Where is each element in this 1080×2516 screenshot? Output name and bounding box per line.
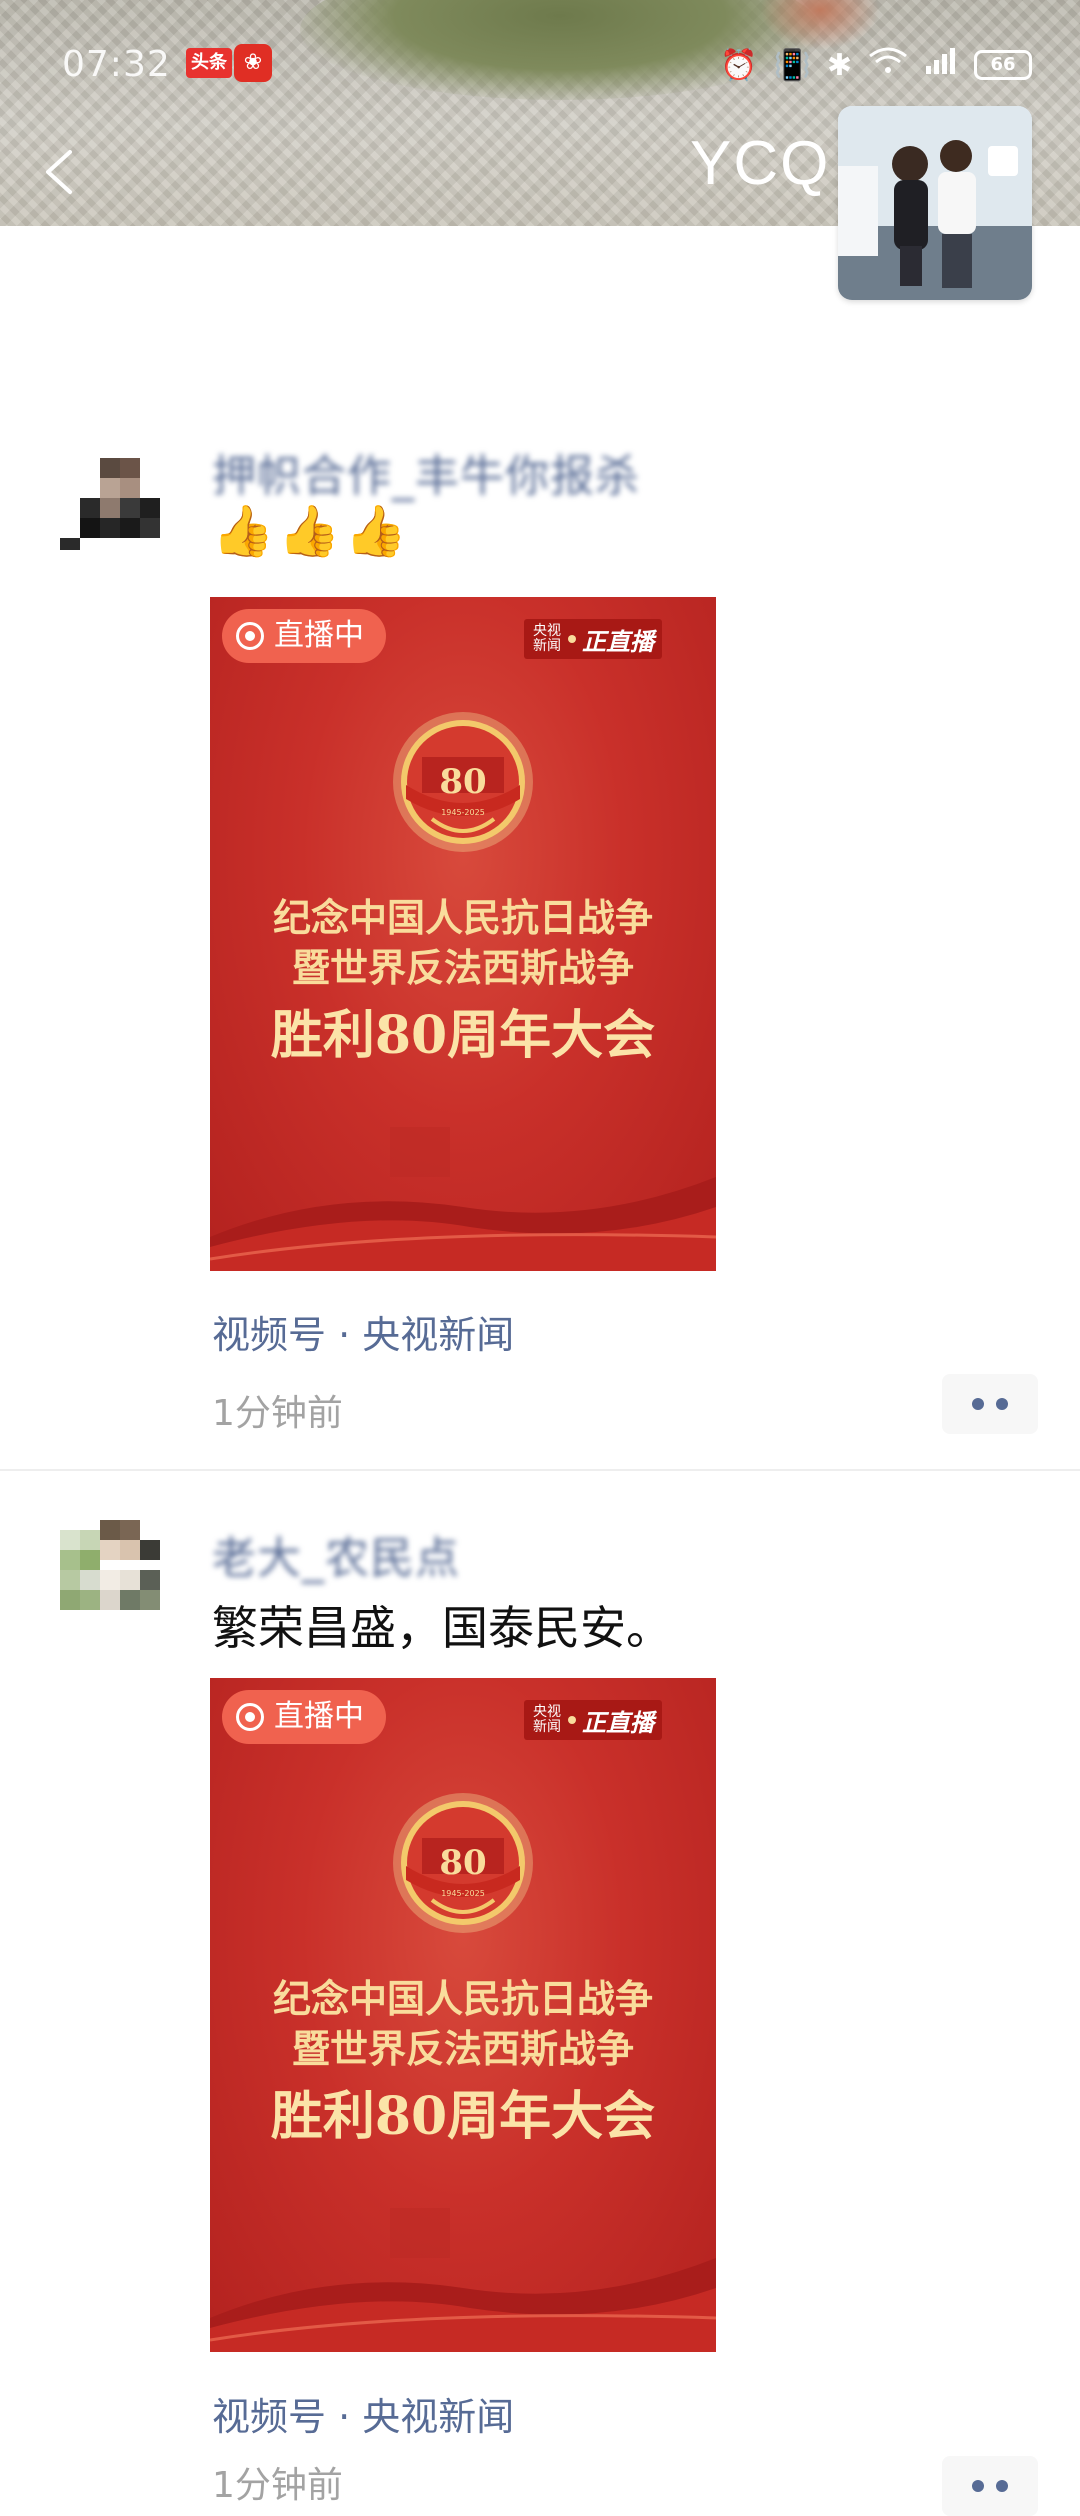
channel-small-label: 央视新闻 [533, 1704, 561, 1735]
poster-title-line: 暨世界反法西斯战争 [291, 945, 634, 990]
signal-icon [924, 46, 958, 84]
svg-text:1945-2025: 1945-2025 [441, 808, 485, 817]
channels-video-card[interactable]: 直播中 央视新闻 正直播 80 1945-2025 纪念中国人民抗日战争 暨世界… [210, 1678, 716, 2352]
svg-text:80: 80 [439, 762, 486, 802]
status-icons: ⏰ 📳 ✱ 66 [720, 46, 1032, 84]
logo-dot [568, 635, 576, 643]
live-badge: 直播中 [222, 1690, 386, 1744]
wifi-icon [868, 46, 908, 84]
comment-like-menu-button[interactable] [942, 2456, 1038, 2516]
post-divider [0, 1469, 1080, 1471]
channel-big-label: 正直播 [582, 1708, 654, 1737]
poster-title-line: 纪念中国人民抗日战争 [272, 1976, 653, 2021]
great-wall-illustration [210, 2208, 716, 2352]
channels-source-link[interactable]: 视频号 · 央视新闻 [212, 1304, 514, 1359]
back-arrow-icon[interactable] [40, 148, 80, 196]
friend-nickname[interactable]: 押帜合作_丰牛你报杀 [212, 440, 640, 504]
anniversary-emblem-icon: 80 1945-2025 [393, 712, 533, 852]
profile-owner-name[interactable]: YCQ [690, 128, 830, 199]
channel-big-label: 正直播 [582, 627, 654, 656]
post-time: 1分钟前 [212, 2465, 343, 2506]
poster-title-line: 暨世界反法西斯战争 [291, 2026, 634, 2071]
friend-nickname[interactable]: 老大_农民点 [212, 1522, 460, 1586]
channels-video-card[interactable]: 直播中 央视新闻 正直播 80 1945-2025 纪念中国人民抗日战争 暨世界… [210, 597, 716, 1271]
friend-avatar[interactable] [60, 440, 178, 558]
alarm-icon: ⏰ [720, 47, 758, 83]
channel-small-label: 央视新闻 [533, 623, 561, 654]
friend-avatar[interactable] [60, 1510, 178, 1628]
post-content: 繁荣昌盛，国泰民安。 [212, 1601, 672, 1655]
profile-avatar[interactable] [838, 106, 1032, 300]
anniversary-emblem-icon: 80 1945-2025 [393, 1793, 533, 1933]
great-wall-illustration [210, 1127, 716, 1271]
live-icon [236, 622, 264, 650]
status-bar: 07:32 头条 ❀ ⏰ 📳 ✱ 66 [0, 40, 1080, 90]
logo-dot [568, 1716, 576, 1724]
battery-icon: 66 [974, 50, 1032, 80]
vibrate-icon: 📳 [773, 47, 811, 83]
live-icon [236, 1703, 264, 1731]
post-content: 👍👍👍 [212, 502, 411, 560]
cctv-news-logo: 央视新闻 正直播 [524, 1700, 662, 1740]
post-time: 1分钟前 [212, 1393, 343, 1434]
pinduoduo-notification-icon: ❀ [234, 44, 272, 82]
channels-source-link[interactable]: 视频号 · 央视新闻 [212, 2386, 514, 2441]
toutiao-notification-icon: 头条 [186, 48, 232, 78]
poster-title-main: 胜利80周年大会 [270, 1005, 656, 1066]
comment-like-menu-button[interactable] [942, 1374, 1038, 1434]
svg-text:1945-2025: 1945-2025 [441, 1889, 485, 1898]
live-label: 直播中 [274, 1699, 364, 1734]
status-time: 07:32 [62, 44, 171, 85]
cctv-news-logo: 央视新闻 正直播 [524, 619, 662, 659]
bluetooth-icon: ✱ [826, 47, 852, 83]
live-badge: 直播中 [222, 609, 386, 663]
live-label: 直播中 [274, 618, 364, 653]
svg-text:80: 80 [439, 1843, 486, 1883]
poster-title-line: 纪念中国人民抗日战争 [272, 895, 653, 940]
poster-title-main: 胜利80周年大会 [270, 2086, 656, 2147]
